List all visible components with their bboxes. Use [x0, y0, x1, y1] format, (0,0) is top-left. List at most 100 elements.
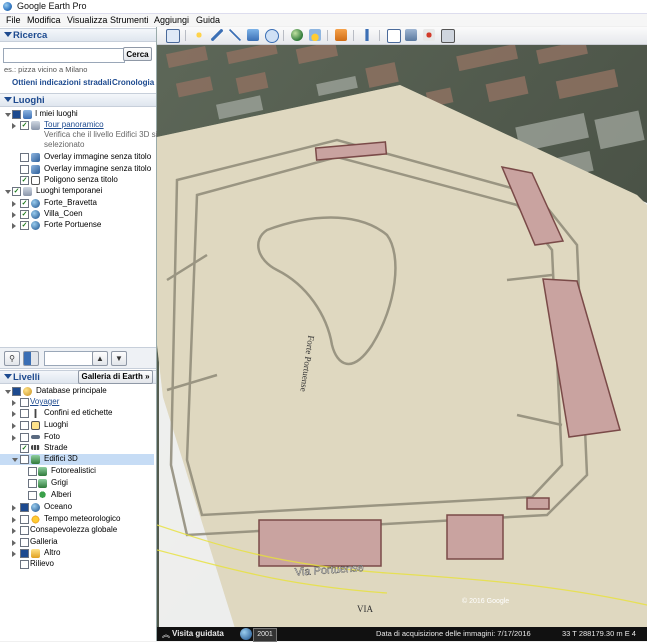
layer-trees[interactable]: Alberi	[0, 490, 156, 501]
checkbox-unchecked[interactable]	[20, 409, 29, 418]
checkbox-checked[interactable]: ✓	[20, 210, 29, 219]
expand-arrow-icon[interactable]	[12, 399, 16, 406]
layer-photos[interactable]: Foto	[0, 432, 156, 443]
checkbox-unchecked[interactable]	[20, 433, 29, 442]
layer-photorealistic[interactable]: Fotorealistici	[0, 466, 156, 477]
move-down-icon[interactable]: ▼	[111, 351, 127, 366]
expand-arrow-icon[interactable]	[12, 410, 16, 417]
menu-modifica[interactable]: Modifica	[27, 15, 61, 25]
sidebar-toggle-icon[interactable]	[166, 29, 180, 43]
checkbox-unchecked[interactable]	[20, 538, 29, 547]
places-item-polygon[interactable]: ✓ Poligono senza titolo	[0, 175, 156, 186]
map-view[interactable]: Via Portuense Forte Portuense VIA © 2016…	[157, 45, 647, 641]
chevron-up-icon[interactable]: ︽	[162, 629, 170, 640]
menu-file[interactable]: File	[6, 15, 21, 25]
print-icon[interactable]	[405, 29, 417, 41]
expand-arrow-icon[interactable]	[12, 456, 18, 462]
layer-roads[interactable]: ✓ Strade	[0, 443, 156, 454]
guided-tour-button[interactable]: Visita guidata	[172, 629, 224, 638]
search-input[interactable]	[3, 48, 125, 63]
checkbox-unchecked[interactable]	[20, 526, 29, 535]
places-item-temporary[interactable]: ✓ Luoghi temporanei	[0, 186, 156, 197]
checkbox-checked[interactable]: ✓	[20, 221, 29, 230]
layer-weather[interactable]: Tempo meteorologico	[0, 514, 156, 525]
layer-ocean[interactable]: Oceano	[0, 502, 156, 513]
layer-3d-buildings[interactable]: Edifici 3D	[0, 454, 154, 465]
checkbox-partial[interactable]	[12, 110, 21, 119]
save-image-icon[interactable]	[441, 29, 455, 43]
checkbox-unchecked[interactable]	[20, 455, 29, 464]
path-icon[interactable]	[229, 29, 241, 41]
checkbox-unchecked[interactable]	[20, 398, 29, 407]
expand-arrow-icon[interactable]	[12, 516, 16, 523]
layer-terrain[interactable]: Rilievo	[0, 559, 156, 570]
places-section-header[interactable]: Luoghi	[0, 93, 156, 107]
history-link[interactable]: Cronologia	[112, 78, 154, 87]
checkbox-unchecked[interactable]	[20, 153, 29, 162]
ruler-icon[interactable]	[361, 29, 373, 41]
places-filter-input[interactable]	[44, 351, 94, 366]
places-item-forte-portuense[interactable]: ✓ Forte Portuense	[0, 220, 156, 231]
search-section-header[interactable]: Ricerca	[0, 28, 156, 42]
maps-icon[interactable]	[423, 29, 435, 41]
menu-guida[interactable]: Guida	[196, 15, 220, 25]
historical-imagery-icon[interactable]	[291, 29, 303, 41]
checkbox-partial[interactable]	[12, 387, 21, 396]
expand-arrow-icon[interactable]	[5, 388, 11, 394]
search-button[interactable]: Cerca	[123, 47, 152, 61]
checkbox-checked[interactable]: ✓	[12, 187, 21, 196]
checkbox-checked[interactable]: ✓	[20, 121, 29, 130]
checkbox-unchecked[interactable]	[20, 560, 29, 569]
layer-global-awareness[interactable]: Consapevolezza globale	[0, 525, 156, 536]
checkbox-checked[interactable]: ✓	[20, 444, 29, 453]
layer-places[interactable]: Luoghi	[0, 420, 156, 431]
checkbox-unchecked[interactable]	[20, 515, 29, 524]
move-up-icon[interactable]: ▲	[92, 351, 108, 366]
menu-visualizza[interactable]: Visualizza	[67, 15, 107, 25]
layer-more[interactable]: Altro	[0, 548, 156, 559]
places-item-villa-coen[interactable]: ✓ Villa_Coen	[0, 209, 156, 220]
expand-arrow-icon[interactable]	[12, 211, 16, 218]
sun-icon[interactable]	[309, 29, 321, 41]
expand-arrow-icon[interactable]	[5, 111, 11, 117]
checkbox-partial[interactable]	[20, 503, 29, 512]
places-item-overlay-2[interactable]: Overlay immagine senza titolo	[0, 164, 156, 175]
expand-arrow-icon[interactable]	[12, 122, 16, 129]
checkbox-unchecked[interactable]	[28, 491, 37, 500]
checkbox-unchecked[interactable]	[28, 467, 37, 476]
expand-arrow-icon[interactable]	[12, 434, 16, 441]
panel-toggle-icon[interactable]	[23, 351, 39, 366]
checkbox-unchecked[interactable]	[28, 479, 37, 488]
expand-arrow-icon[interactable]	[12, 527, 16, 534]
checkbox-unchecked[interactable]	[20, 165, 29, 174]
directions-link[interactable]: Ottieni indicazioni stradali	[12, 78, 112, 87]
layer-primary-database[interactable]: Database principale	[0, 386, 156, 397]
planets-icon[interactable]	[335, 29, 347, 41]
layer-borders-labels[interactable]: Confini ed etichette	[0, 408, 156, 419]
menu-aggiungi[interactable]: Aggiungi	[154, 15, 189, 25]
record-tour-icon[interactable]	[265, 29, 279, 43]
expand-arrow-icon[interactable]	[12, 539, 16, 546]
search-places-icon[interactable]: ⚲	[4, 351, 20, 366]
placemark-icon[interactable]	[193, 29, 205, 41]
map-canvas[interactable]: Via Portuense Forte Portuense VIA © 2016…	[157, 45, 647, 641]
checkbox-checked[interactable]: ✓	[20, 176, 29, 185]
menu-strumenti[interactable]: Strumenti	[110, 15, 149, 25]
places-item-forte-bravetta[interactable]: ✓ Forte_Bravetta	[0, 198, 156, 209]
checkbox-unchecked[interactable]	[20, 421, 29, 430]
year-badge[interactable]: 2001	[253, 628, 277, 642]
earth-gallery-button[interactable]: Galleria di Earth »	[78, 370, 153, 384]
places-item-my-places[interactable]: I miei luoghi	[0, 109, 156, 120]
expand-arrow-icon[interactable]	[12, 550, 16, 557]
checkbox-checked[interactable]: ✓	[20, 199, 29, 208]
expand-arrow-icon[interactable]	[12, 222, 16, 229]
places-item-overlay-1[interactable]: Overlay immagine senza titolo	[0, 152, 156, 163]
image-overlay-icon[interactable]	[247, 29, 259, 41]
time-slider-icon[interactable]	[240, 628, 252, 640]
expand-arrow-icon[interactable]	[5, 188, 11, 194]
checkbox-partial[interactable]	[20, 549, 29, 558]
expand-arrow-icon[interactable]	[12, 200, 16, 207]
expand-arrow-icon[interactable]	[12, 422, 16, 429]
layer-gallery[interactable]: Galleria	[0, 537, 156, 548]
layer-voyager[interactable]: Voyager	[0, 397, 156, 408]
